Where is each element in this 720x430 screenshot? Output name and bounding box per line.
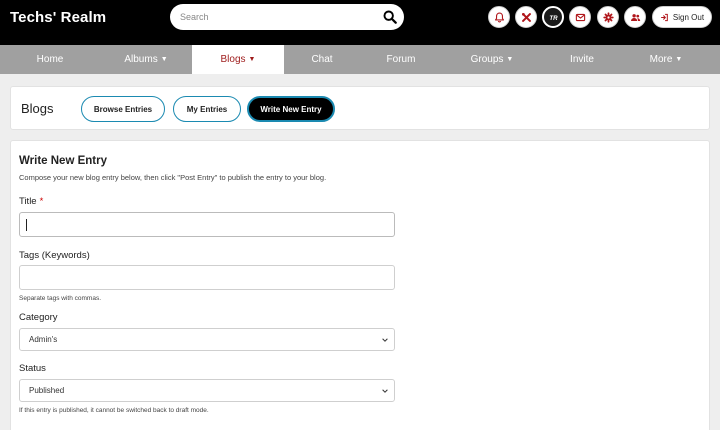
category-selected-value: Admin's xyxy=(29,335,58,344)
status-label: Status xyxy=(19,363,46,374)
status-help-text: If this entry is published, it cannot be… xyxy=(19,407,209,414)
site-logo-icon: TR xyxy=(549,14,558,21)
title-label: Title * xyxy=(19,196,43,207)
chevron-down-icon: ▼ xyxy=(506,56,514,63)
nav-groups[interactable]: Groups ▼ xyxy=(442,45,542,74)
admin-tools-button[interactable] xyxy=(515,6,537,28)
messages-button[interactable] xyxy=(569,6,591,28)
nav-invite-label: Invite xyxy=(570,54,594,65)
search-box[interactable] xyxy=(170,4,404,30)
write-entry-form: Write New Entry Compose your new blog en… xyxy=(10,140,710,430)
chevron-down-icon: ▼ xyxy=(160,56,168,63)
nav-more[interactable]: More ▼ xyxy=(622,45,710,74)
nav-home[interactable]: Home xyxy=(0,45,100,74)
sign-out-label: Sign Out xyxy=(672,12,705,22)
svg-text:TR: TR xyxy=(549,14,558,21)
tags-label: Tags (Keywords) xyxy=(19,250,90,261)
page-title: Blogs xyxy=(21,101,54,116)
search-input[interactable] xyxy=(180,9,370,25)
users-icon xyxy=(630,13,640,21)
chevron-down-icon: ▼ xyxy=(248,56,256,63)
nav-chat[interactable]: Chat xyxy=(284,45,360,74)
blogs-subnav: Blogs Browse Entries My Entries Write Ne… xyxy=(10,86,710,130)
chevron-down-icon: ▼ xyxy=(675,56,683,63)
chevron-down-icon xyxy=(382,338,388,342)
site-title[interactable]: Techs' Realm xyxy=(10,9,106,26)
title-label-text: Title xyxy=(19,196,37,207)
nav-forum[interactable]: Forum xyxy=(360,45,442,74)
nav-forum-label: Forum xyxy=(386,54,416,65)
category-select[interactable]: Admin's xyxy=(19,328,395,351)
settings-button[interactable] xyxy=(597,6,619,28)
nav-blogs-label: Blogs xyxy=(220,54,246,65)
category-label: Category xyxy=(19,312,58,323)
main-nav: Home Albums ▼ Blogs ▼ Chat Forum Groups ▼ I… xyxy=(0,45,720,74)
tools-icon xyxy=(521,12,531,22)
nav-chat-label: Chat xyxy=(311,54,333,65)
write-new-entry-button[interactable]: Write New Entry xyxy=(247,96,335,122)
nav-albums[interactable]: Albums ▼ xyxy=(100,45,192,74)
status-select[interactable]: Published xyxy=(19,379,395,402)
chevron-down-icon xyxy=(382,389,388,393)
sign-out-icon xyxy=(661,13,668,21)
top-header: Techs' Realm TR xyxy=(0,0,720,45)
form-heading: Write New Entry xyxy=(19,155,107,167)
tags-field[interactable] xyxy=(19,265,395,290)
title-field[interactable] xyxy=(19,212,395,237)
bell-icon xyxy=(494,11,504,22)
nav-albums-label: Albums xyxy=(124,54,158,65)
status-selected-value: Published xyxy=(29,386,65,395)
nav-blogs[interactable]: Blogs ▼ xyxy=(192,45,284,74)
sign-out-button[interactable]: Sign Out xyxy=(652,6,712,28)
site-logo-button[interactable]: TR xyxy=(542,6,564,28)
gear-icon xyxy=(602,11,614,23)
notifications-button[interactable] xyxy=(488,6,510,28)
my-entries-button[interactable]: My Entries xyxy=(173,96,241,122)
browse-entries-button[interactable]: Browse Entries xyxy=(81,96,165,122)
tags-input[interactable] xyxy=(20,266,394,289)
title-input[interactable] xyxy=(20,213,394,236)
nav-home-label: Home xyxy=(36,54,64,65)
required-marker: * xyxy=(39,196,44,207)
mail-icon xyxy=(575,13,585,21)
nav-groups-label: Groups xyxy=(470,54,504,65)
search-icon[interactable] xyxy=(383,10,397,24)
text-cursor xyxy=(26,219,27,231)
tags-help-text: Separate tags with commas. xyxy=(19,295,102,302)
form-description: Compose your new blog entry below, then … xyxy=(19,173,327,182)
friends-button[interactable] xyxy=(624,6,646,28)
nav-more-label: More xyxy=(649,54,673,65)
nav-invite[interactable]: Invite xyxy=(542,45,622,74)
